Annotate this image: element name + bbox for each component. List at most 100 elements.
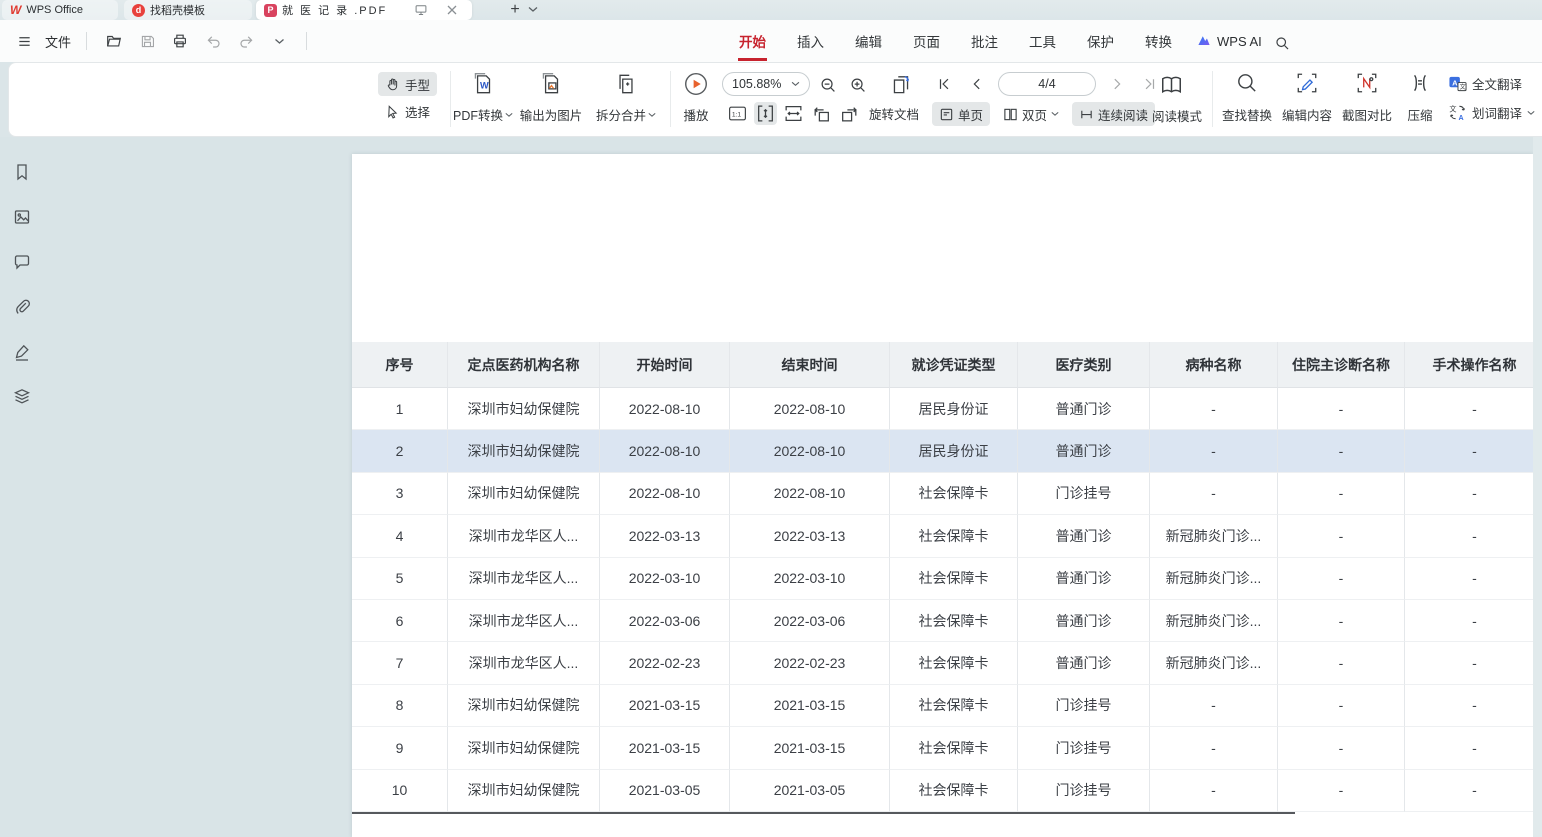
table-cell: 8: [352, 685, 448, 727]
split-merge-label: 拆分合并: [596, 105, 646, 124]
select-tool-button[interactable]: 选择: [378, 99, 437, 123]
zoom-out-button[interactable]: [816, 73, 840, 97]
edit-content-button[interactable]: 编辑内容: [1278, 68, 1336, 130]
wps-ai-button[interactable]: WPS AI: [1196, 20, 1262, 62]
close-tab-icon[interactable]: [440, 0, 464, 22]
single-page-button[interactable]: 单页: [932, 102, 990, 126]
save-icon[interactable]: [135, 29, 159, 53]
screenshot-compare-button[interactable]: 截图对比: [1338, 68, 1396, 130]
table-cell: 2: [352, 430, 448, 472]
table-header-cell: 病种名称: [1150, 342, 1278, 388]
tab-list-chevron-icon[interactable]: [528, 6, 538, 13]
first-page-button[interactable]: [932, 72, 956, 96]
tab-comment[interactable]: 批注: [970, 27, 999, 55]
table-row: 1深圳市妇幼保健院2022-08-102022-08-10居民身份证普通门诊--…: [352, 388, 1533, 430]
table-cell: -: [1278, 430, 1405, 472]
zoom-out-icon: [819, 76, 838, 95]
vertical-scrollbar[interactable]: [1533, 137, 1542, 837]
prev-page-icon: [970, 77, 984, 91]
tab-insert[interactable]: 插入: [796, 27, 825, 55]
table-cell: 2022-08-10: [600, 473, 730, 515]
toolbar-options-chevron-icon[interactable]: [267, 29, 291, 53]
thumbnails-panel-button[interactable]: [9, 204, 35, 230]
tab-wps-office[interactable]: W WPS Office: [2, 0, 118, 20]
layers-panel-button[interactable]: [9, 384, 35, 410]
divider: [306, 32, 307, 50]
tab-docer-templates[interactable]: d 找稻壳模板: [124, 0, 252, 20]
table-cell: 7: [352, 642, 448, 684]
fit-width-button[interactable]: [782, 102, 805, 125]
reflow-document-button[interactable]: [886, 70, 916, 100]
word-translate-button[interactable]: 文 A 划词翻译: [1448, 103, 1535, 122]
fit-page-button[interactable]: [754, 102, 777, 125]
tab-home[interactable]: 开始: [738, 27, 767, 55]
tab-convert[interactable]: 转换: [1144, 27, 1173, 55]
signature-panel-button[interactable]: [9, 339, 35, 365]
file-menu[interactable]: 文件: [45, 32, 71, 51]
actual-size-button[interactable]: 1:1: [726, 102, 749, 125]
table-cell: 2021-03-05: [730, 770, 890, 812]
rotate-left-button[interactable]: [810, 102, 833, 125]
zoom-select[interactable]: 105.88%: [722, 72, 810, 96]
double-page-icon: [1003, 107, 1018, 122]
tab-protect[interactable]: 保护: [1086, 27, 1115, 55]
redo-icon[interactable]: [234, 29, 258, 53]
table-row: 8深圳市妇幼保健院2021-03-152021-03-15社会保障卡门诊挂号--…: [352, 685, 1533, 727]
table-header-cell: 开始时间: [600, 342, 730, 388]
find-replace-label: 查找替换: [1222, 105, 1272, 124]
pdf-page[interactable]: 序号定点医药机构名称开始时间结束时间就诊凭证类型医疗类别病种名称住院主诊断名称手…: [352, 154, 1533, 837]
read-mode-label[interactable]: 阅读模式: [1145, 106, 1209, 125]
find-replace-button[interactable]: 查找替换: [1218, 68, 1276, 130]
pdf-doc-icon: P: [264, 4, 277, 17]
compress-label: 压缩: [1407, 105, 1432, 124]
tab-tools[interactable]: 工具: [1028, 27, 1057, 55]
comments-panel-button[interactable]: [9, 249, 35, 275]
table-row: 5深圳市龙华区人...2022-03-102022-03-10社会保障卡普通门诊…: [352, 558, 1533, 600]
new-tab-button[interactable]: +: [505, 0, 525, 20]
bookmarks-panel-button[interactable]: [9, 159, 35, 185]
read-mode-icon-button[interactable]: [1156, 70, 1186, 100]
presentation-mode-icon[interactable]: [409, 0, 433, 22]
print-icon[interactable]: [168, 29, 192, 53]
table-cell: 9: [352, 727, 448, 769]
attachments-panel-button[interactable]: [9, 294, 35, 320]
table-cell: -: [1405, 515, 1533, 557]
wps-office-window: W WPS Office d 找稻壳模板 P 就 医 记 录 .PDF +: [0, 0, 1542, 837]
search-icon[interactable]: [1270, 31, 1294, 55]
table-cell: 2021-03-15: [600, 727, 730, 769]
table-cell: -: [1150, 430, 1278, 472]
zoom-in-button[interactable]: [846, 73, 870, 97]
full-translate-label: 全文翻译: [1472, 74, 1522, 93]
hand-tool-button[interactable]: 手型: [378, 72, 437, 96]
play-icon: [683, 71, 709, 97]
compress-button[interactable]: 压缩: [1398, 68, 1442, 130]
prev-page-button[interactable]: [965, 72, 989, 96]
undo-icon[interactable]: [201, 29, 225, 53]
page-indicator-input[interactable]: [998, 72, 1096, 96]
rotate-right-button[interactable]: [838, 102, 861, 125]
table-cell: 5: [352, 558, 448, 600]
continuous-read-button[interactable]: 连续阅读: [1072, 102, 1155, 126]
table-cell: 门诊挂号: [1018, 685, 1150, 727]
medical-table: 序号定点医药机构名称开始时间结束时间就诊凭证类型医疗类别病种名称住院主诊断名称手…: [352, 342, 1533, 812]
table-cell: 深圳市妇幼保健院: [448, 727, 600, 769]
play-button[interactable]: 播放: [674, 68, 718, 130]
chevron-down-icon: [1051, 111, 1059, 117]
thumbnail-image-icon: [12, 207, 32, 227]
next-page-button[interactable]: [1105, 72, 1129, 96]
main-menu-icon[interactable]: [12, 29, 36, 53]
table-cell: 普通门诊: [1018, 515, 1150, 557]
tab-document[interactable]: P 就 医 记 录 .PDF: [256, 0, 472, 20]
tab-page[interactable]: 页面: [912, 27, 941, 55]
double-page-button[interactable]: 双页: [996, 102, 1066, 126]
export-image-button[interactable]: 输出为图片: [516, 68, 586, 130]
table-cell: 新冠肺炎门诊...: [1150, 515, 1278, 557]
full-translate-button[interactable]: A 文 全文翻译: [1448, 74, 1522, 93]
open-file-icon[interactable]: [102, 29, 126, 53]
tab-edit[interactable]: 编辑: [854, 27, 883, 55]
open-book-icon: [1159, 73, 1184, 98]
table-cell: 门诊挂号: [1018, 473, 1150, 515]
ribbon-tabs: 开始 插入 编辑 页面 批注 工具 保护 转换: [738, 20, 1173, 62]
split-merge-button[interactable]: 拆分合并: [590, 68, 662, 130]
pdf-convert-button[interactable]: W PDF转换: [452, 68, 514, 130]
